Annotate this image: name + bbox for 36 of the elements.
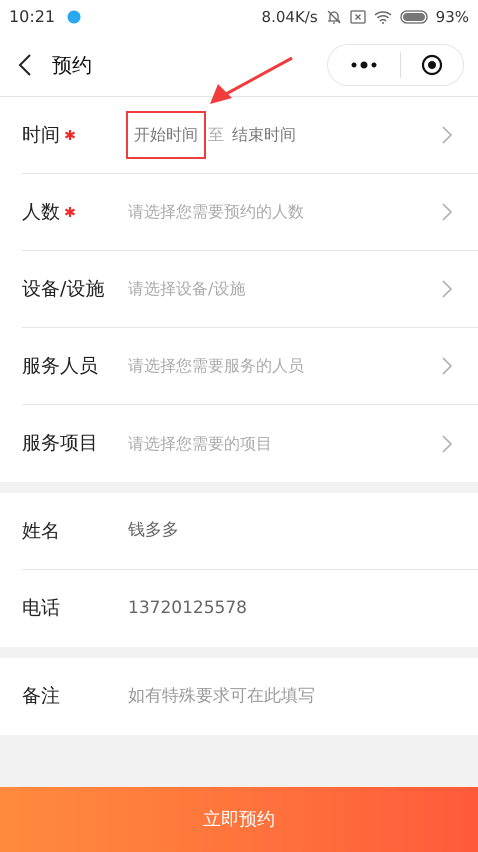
chevron-right-icon (442, 280, 452, 298)
battery-percent: 93% (436, 6, 469, 28)
range-separator: 至 (208, 124, 224, 146)
field-label: 服务人员 (22, 354, 98, 379)
field-label: 服务项目 (22, 431, 98, 456)
end-time-field[interactable]: 结束时间 (232, 123, 296, 147)
field-label: 设备/设施 (22, 276, 104, 302)
page-title: 预约 (52, 52, 92, 79)
input-field[interactable]: 如有特殊要求可在此填写 (128, 684, 452, 710)
field-label: 电话 (22, 596, 60, 622)
field-label: 时间 (22, 122, 60, 148)
start-time-field[interactable]: 开始时间 (128, 119, 204, 151)
chevron-right-icon (442, 357, 452, 375)
chevron-right-icon (442, 434, 452, 452)
back-icon[interactable] (18, 53, 32, 77)
field-label: 人数 (22, 200, 60, 225)
chevron-right-icon (442, 203, 452, 221)
field-label: 姓名 (22, 518, 60, 544)
app-notification-icon (67, 10, 82, 24)
input-field[interactable]: 13720125578 (128, 596, 452, 622)
select-field[interactable]: 请选择您需要服务的人员 (128, 354, 452, 378)
sim-icon (350, 10, 366, 24)
battery-icon (400, 10, 428, 24)
network-speed: 8.04K/s (262, 6, 318, 28)
select-field[interactable]: 请选择您需要预约的人数 (128, 200, 452, 224)
field-label: 备注 (22, 684, 60, 710)
close-mini-program-icon[interactable] (421, 54, 443, 76)
wifi-icon (374, 10, 392, 24)
status-time: 10:21 (9, 6, 56, 28)
chevron-right-icon (442, 126, 452, 144)
select-field[interactable]: 请选择您需要的项目 (128, 432, 452, 456)
select-field[interactable]: 请选择设备/设施 (128, 277, 452, 301)
bell-muted-icon (326, 9, 342, 25)
submit-button[interactable]: 立即预约 (0, 787, 478, 852)
more-icon[interactable] (350, 61, 378, 69)
input-field[interactable]: 钱多多 (128, 518, 452, 544)
